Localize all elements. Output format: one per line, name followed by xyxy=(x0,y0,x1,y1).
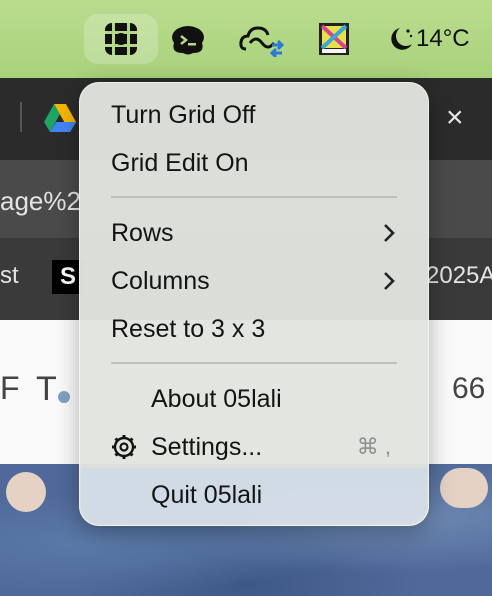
tab-divider xyxy=(20,102,22,132)
zoom-value[interactable]: 66 xyxy=(452,372,485,406)
creative-cloud-sync-icon[interactable] xyxy=(238,22,286,58)
menu-item-rows[interactable]: Rows xyxy=(111,216,174,250)
temperature-label: 14°C xyxy=(416,25,470,52)
moon-weather-icon xyxy=(386,24,414,54)
settings-shortcut: ⌘ , xyxy=(356,434,391,459)
menu-item-columns[interactable]: Columns xyxy=(111,264,210,298)
color-dot xyxy=(58,391,70,403)
menu-item-turn-grid-off[interactable]: Turn Grid Off xyxy=(111,98,255,132)
terminal-icon[interactable] xyxy=(170,22,206,58)
menu-item-grid-edit-on[interactable]: Grid Edit On xyxy=(111,146,249,180)
bookmark-item[interactable]: st xyxy=(0,262,19,290)
chevron-right-icon xyxy=(379,264,399,298)
menu-item-about[interactable]: About 05lali xyxy=(151,382,282,416)
menu-separator xyxy=(111,196,397,198)
weather-widget[interactable]: 14°C xyxy=(386,22,470,56)
menu-item-settings[interactable]: Settings... xyxy=(151,430,262,464)
menu-separator xyxy=(111,362,397,364)
toolbar-item[interactable]: F xyxy=(0,370,20,407)
menu-item-reset[interactable]: Reset to 3 x 3 xyxy=(111,312,265,346)
menu-item-quit[interactable]: Quit 05lali xyxy=(151,478,262,512)
menu-bar: 14°C xyxy=(0,0,492,78)
nikon-app-icon[interactable] xyxy=(318,22,350,56)
text-tool[interactable]: T xyxy=(36,370,57,409)
grid-app-menu: Turn Grid Off Grid Edit On Rows Columns … xyxy=(79,82,429,526)
photo-detail xyxy=(440,468,488,508)
url-text[interactable]: age%2 xyxy=(0,186,81,217)
google-drive-icon[interactable] xyxy=(44,104,76,137)
close-tab-icon[interactable]: × xyxy=(446,100,464,136)
photo-detail xyxy=(6,472,46,512)
grid-app-icon[interactable] xyxy=(84,14,158,64)
bookmark-item[interactable]: 2025A xyxy=(426,262,492,290)
chevron-right-icon xyxy=(379,216,399,250)
gear-icon xyxy=(111,430,137,464)
